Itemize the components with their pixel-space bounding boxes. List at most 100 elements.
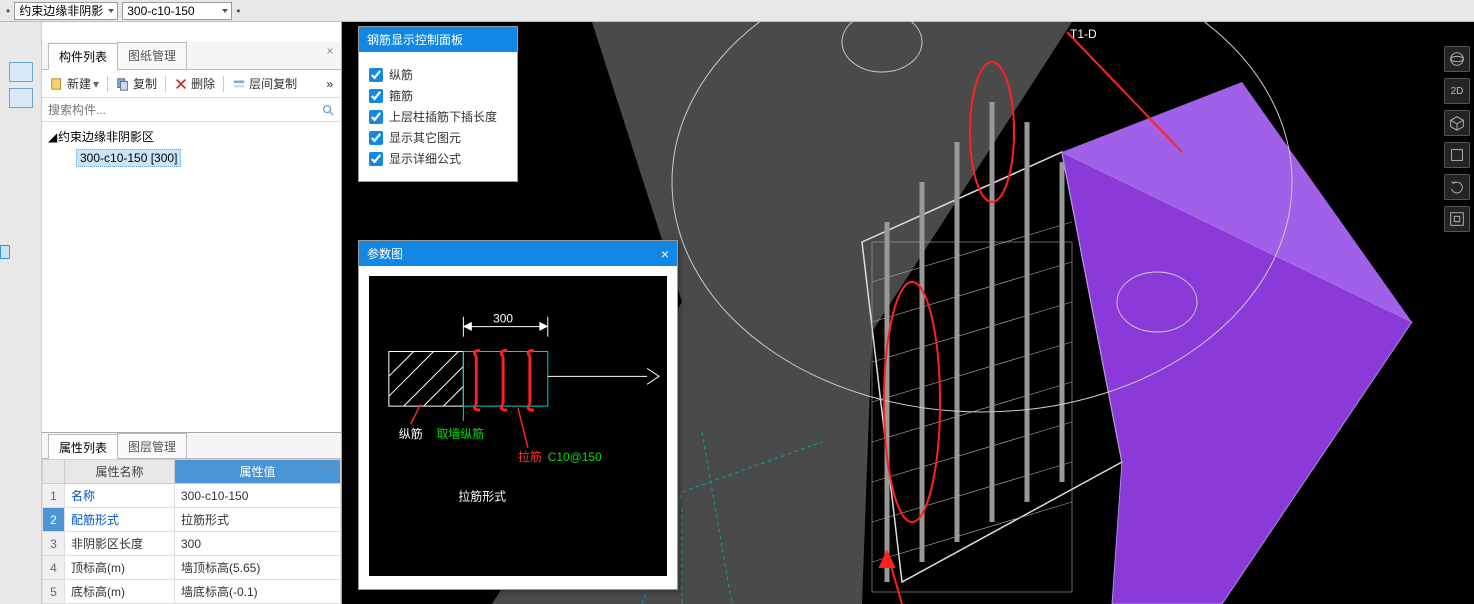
param-panel: 参数图 × 300 [358, 240, 678, 590]
viewport-3d[interactable]: T1-D 钢筋显示控制面板 纵筋箍筋上层柱插筋下插长度显示其它图元显示详细公式 … [342, 22, 1474, 604]
row-name: 名称 [65, 484, 175, 508]
rebar-display-panel: 钢筋显示控制面板 纵筋箍筋上层柱插筋下插长度显示其它图元显示详细公式 [358, 26, 518, 182]
table-row[interactable]: 2配筋形式拉筋形式 [43, 508, 341, 532]
col-name: 属性名称 [65, 460, 175, 484]
search-icon[interactable] [321, 103, 335, 117]
row-name: 顶标高(m) [65, 556, 175, 580]
tab-drawing-manage[interactable]: 图纸管理 [117, 42, 187, 69]
rebar-option[interactable]: 显示详细公式 [369, 150, 507, 167]
tree-item-node[interactable]: 300-c10-150 [300] [48, 147, 335, 169]
property-panel: 属性列表 图层管理 属性名称 属性值 1名称300-c10-1502配筋形式拉筋… [42, 432, 341, 604]
left-dock-bar [0, 22, 42, 604]
row-value[interactable]: 拉筋形式 [175, 508, 341, 532]
row-name: 底标高(m) [65, 580, 175, 604]
close-component-panel-icon[interactable]: × [323, 44, 337, 58]
row-index: 4 [43, 556, 65, 580]
top-combo-bar: • 约束边缘非阴影 300-c10-150 • [0, 0, 1474, 22]
floor-copy-icon [232, 77, 246, 91]
rebar-option[interactable]: 显示其它图元 [369, 129, 507, 146]
rebar-option-label: 纵筋 [389, 66, 413, 83]
svg-text:拉筋: 拉筋 [518, 450, 542, 464]
table-row[interactable]: 5底标高(m)墙底标高(-0.1) [43, 580, 341, 604]
dock-btn-2[interactable] [9, 88, 33, 108]
row-index: 3 [43, 532, 65, 556]
view-iso-button[interactable] [1444, 110, 1470, 136]
toolbar-more-button[interactable]: » [322, 75, 337, 93]
param-panel-title: 参数图 [367, 245, 403, 262]
row-value[interactable]: 300-c10-150 [175, 484, 341, 508]
delete-icon [174, 77, 188, 91]
cube-outline-icon [1448, 146, 1466, 164]
combo-left-marker: • [6, 4, 10, 18]
col-index [43, 460, 65, 484]
svg-text:拉筋形式: 拉筋形式 [458, 490, 506, 504]
row-index: 5 [43, 580, 65, 604]
row-index: 1 [43, 484, 65, 508]
rebar-option[interactable]: 箍筋 [369, 87, 507, 104]
close-property-panel-icon[interactable]: × [323, 458, 337, 472]
component-tabs: 构件列表 图纸管理 [42, 42, 341, 70]
view-2d-button[interactable]: 2D [1444, 78, 1470, 104]
copy-icon [116, 77, 130, 91]
rotate-button[interactable] [1444, 174, 1470, 200]
search-row [42, 98, 341, 122]
copy-button[interactable]: 复制 [112, 73, 161, 94]
cube-icon [1448, 114, 1466, 132]
view-toolbar: 2D [1444, 46, 1470, 232]
view-cube-button[interactable] [1444, 142, 1470, 168]
rebar-checkbox[interactable] [369, 89, 383, 103]
table-row[interactable]: 3非阴影区长度300 [43, 532, 341, 556]
rebar-checkbox[interactable] [369, 152, 383, 166]
close-param-panel-icon[interactable]: × [661, 246, 669, 262]
annotation-label: T1-D [1070, 27, 1097, 41]
svg-text:300: 300 [493, 312, 513, 326]
combo-member-select[interactable]: 300-c10-150 [122, 2, 232, 20]
rebar-panel-title[interactable]: 钢筋显示控制面板 [359, 27, 517, 52]
rebar-option-label: 箍筋 [389, 87, 413, 104]
delete-button[interactable]: 删除 [170, 73, 219, 94]
param-panel-header[interactable]: 参数图 × [359, 241, 677, 266]
component-toolbar: 新建 ▾ 复制 删除 层间复制 » [42, 70, 341, 98]
rebar-option[interactable]: 纵筋 [369, 66, 507, 83]
rebar-option-label: 显示其它图元 [389, 129, 461, 146]
dock-btn-1[interactable] [9, 62, 33, 82]
col-value: 属性值 [175, 460, 341, 484]
property-table: 属性名称 属性值 1名称300-c10-1502配筋形式拉筋形式3非阴影区长度3… [42, 459, 341, 604]
floor-copy-button[interactable]: 层间复制 [228, 73, 301, 94]
collapse-caret-icon[interactable]: ◢ [48, 130, 58, 144]
row-name: 非阴影区长度 [65, 532, 175, 556]
rebar-checkbox[interactable] [369, 110, 383, 124]
svg-text:纵筋: 纵筋 [399, 427, 423, 441]
tab-property-list[interactable]: 属性列表 [48, 434, 118, 459]
param-diagram: 300 [369, 276, 667, 576]
table-row[interactable]: 1名称300-c10-150 [43, 484, 341, 508]
svg-text:取墙纵筋: 取墙纵筋 [437, 427, 485, 441]
combo-constraint-type[interactable]: 约束边缘非阴影 [14, 2, 118, 20]
rebar-option-label: 显示详细公式 [389, 150, 461, 167]
row-index: 2 [43, 508, 65, 532]
component-column: × 构件列表 图纸管理 新建 ▾ 复制 删除 层间复制 [42, 22, 342, 604]
extents-button[interactable] [1444, 206, 1470, 232]
rebar-option[interactable]: 上层柱插筋下插长度 [369, 108, 507, 125]
row-value[interactable]: 300 [175, 532, 341, 556]
extents-icon [1448, 210, 1466, 228]
tree-root-node[interactable]: ◢ 约束边缘非阴影区 [48, 126, 335, 147]
row-name: 配筋形式 [65, 508, 175, 532]
search-input[interactable] [48, 103, 321, 117]
new-icon [50, 77, 64, 91]
row-value[interactable]: 墙底标高(-0.1) [175, 580, 341, 604]
collapse-handle[interactable] [0, 245, 10, 259]
tab-layer-manage[interactable]: 图层管理 [117, 433, 187, 458]
svg-text:C10@150: C10@150 [548, 450, 602, 464]
component-tree: ◢ 约束边缘非阴影区 300-c10-150 [300] [42, 122, 341, 432]
globe-icon [1448, 50, 1466, 68]
rebar-checkbox[interactable] [369, 68, 383, 82]
table-row[interactable]: 4顶标高(m)墙顶标高(5.65) [43, 556, 341, 580]
row-value[interactable]: 墙顶标高(5.65) [175, 556, 341, 580]
rebar-checkbox[interactable] [369, 131, 383, 145]
combo-right-marker: • [236, 4, 240, 18]
rotate-icon [1448, 178, 1466, 196]
tab-component-list[interactable]: 构件列表 [48, 43, 118, 70]
view-globe-button[interactable] [1444, 46, 1470, 72]
new-button[interactable]: 新建 ▾ [46, 73, 103, 94]
